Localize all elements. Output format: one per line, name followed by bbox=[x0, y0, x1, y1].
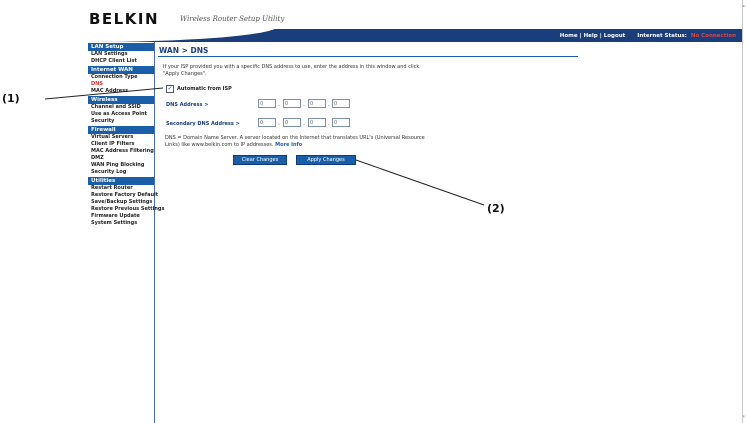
scrollbar-down-icon[interactable]: ▾ bbox=[742, 414, 745, 420]
scrollbar-up-icon[interactable]: ▴ bbox=[742, 3, 745, 9]
callout-2-line bbox=[355, 159, 485, 206]
callout-1-line bbox=[44, 87, 164, 100]
callout-leader-lines bbox=[44, 87, 485, 206]
